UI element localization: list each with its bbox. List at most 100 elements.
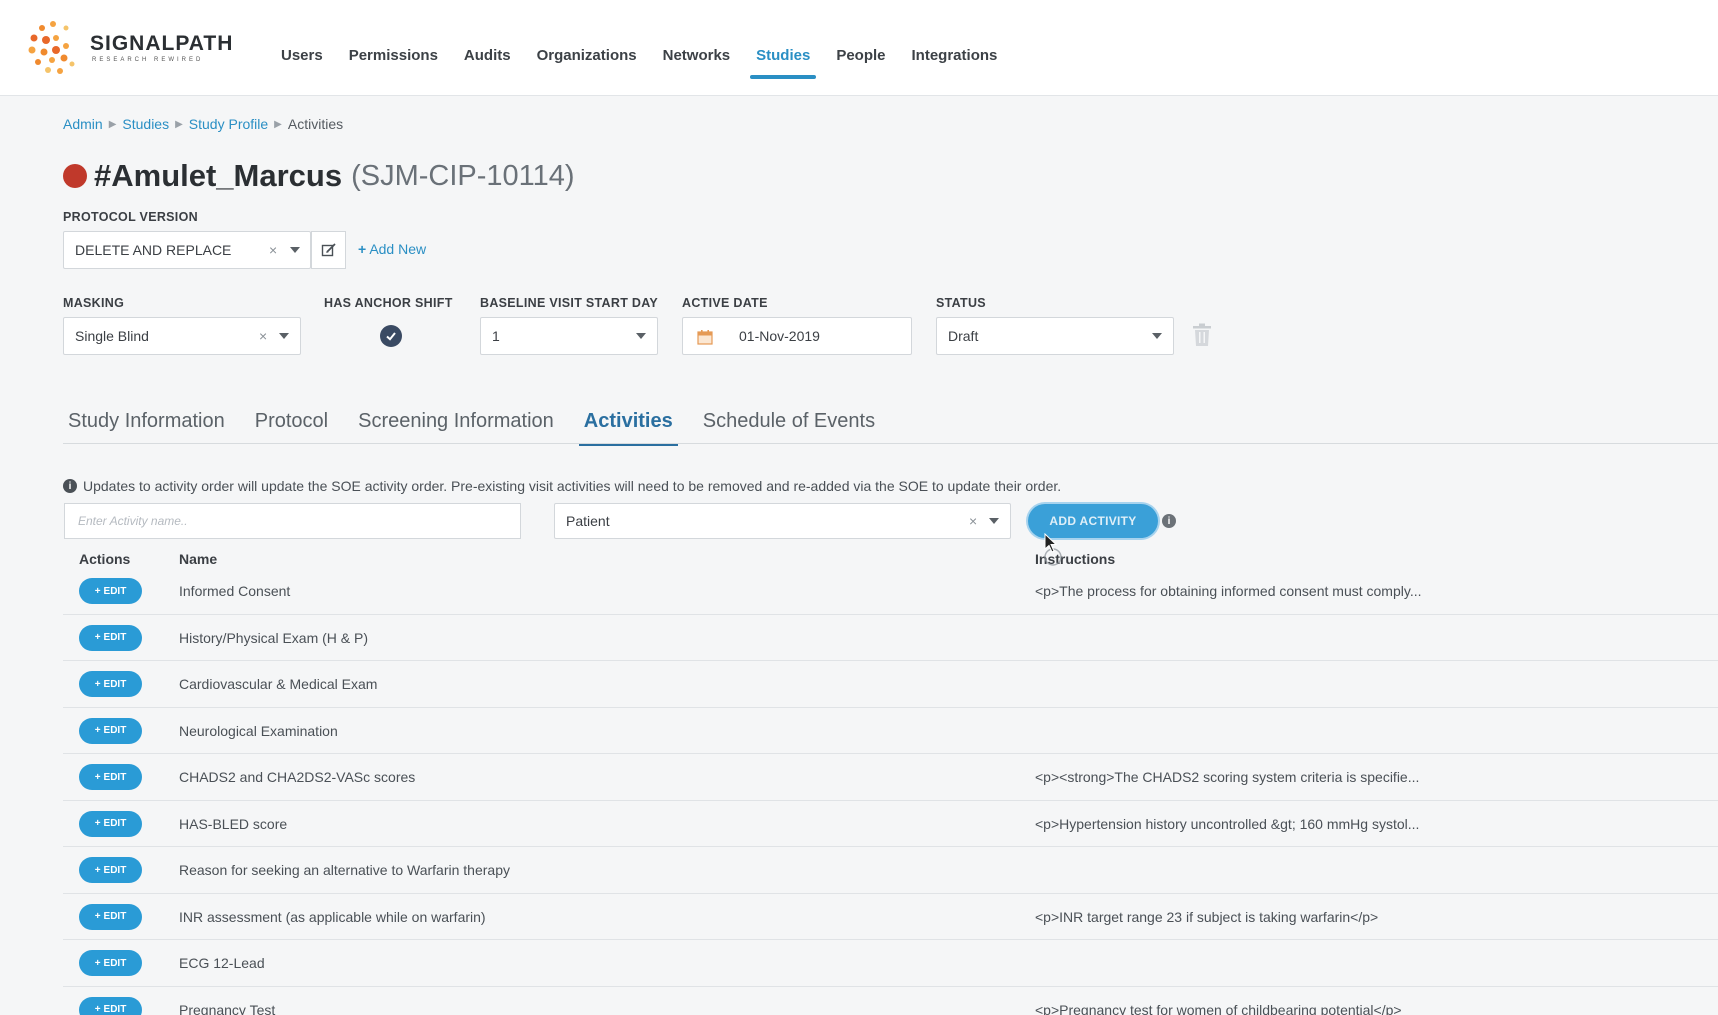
anchor-shift-label: HAS ANCHOR SHIFT xyxy=(324,296,453,310)
activity-name: CHADS2 and CHA2DS2-VASc scores xyxy=(179,769,416,785)
table-row: + EDIT Cardiovascular & Medical Exam xyxy=(63,661,1718,708)
activity-name: Neurological Examination xyxy=(179,722,338,739)
calendar-icon[interactable] xyxy=(697,329,713,345)
plus-icon: + xyxy=(358,241,367,257)
status-label: STATUS xyxy=(936,296,986,310)
activity-instructions: <p>INR target range 23 if subject is tak… xyxy=(1035,908,1379,925)
plus-icon: + xyxy=(94,818,101,829)
study-tabs: Study Information Protocol Screening Inf… xyxy=(63,403,900,446)
table-row: + EDIT Pregnancy Test <p>Pregnancy test f… xyxy=(63,987,1718,1015)
nav-users[interactable]: Users xyxy=(268,0,336,96)
activity-type-value: Patient xyxy=(566,513,610,529)
activity-name: Reason for seeking an alternative to War… xyxy=(179,862,510,878)
signalpath-logo[interactable]: SIGNALPATH RESEARCH REWIRED xyxy=(28,16,248,80)
activity-instructions: <p>Hypertension history uncontrolled &gt… xyxy=(1035,815,1420,832)
info-icon[interactable]: i xyxy=(1162,514,1176,528)
nav-integrations[interactable]: Integrations xyxy=(899,0,1011,96)
edit-button[interactable]: + EDIT xyxy=(79,624,142,651)
plus-icon: + xyxy=(94,725,101,736)
tab-protocol[interactable]: Protocol xyxy=(250,403,333,444)
edit-button[interactable]: + EDIT xyxy=(79,996,142,1015)
breadcrumb-separator-icon: ▶ xyxy=(175,118,183,130)
active-date-input[interactable]: 01-Nov-2019 xyxy=(682,317,912,355)
activity-type-select[interactable]: Patient × xyxy=(554,503,1011,539)
activity-name: INR assessment (as applicable while on w… xyxy=(179,908,486,925)
edit-label: EDIT xyxy=(103,911,127,922)
masking-select[interactable]: Single Blind × xyxy=(63,317,301,355)
main-nav: Users Permissions Audits Organizations N… xyxy=(268,0,1010,96)
edit-button[interactable]: + EDIT xyxy=(79,903,142,930)
protocol-version-label: PROTOCOL VERSION xyxy=(63,210,198,224)
logo-tagline: RESEARCH REWIRED xyxy=(92,57,204,63)
add-new-protocol-link[interactable]: + Add New xyxy=(358,241,426,257)
checkmark-icon xyxy=(386,332,396,341)
activity-name: Pregnancy Test xyxy=(179,1001,276,1015)
chevron-down-icon[interactable] xyxy=(989,518,999,524)
nav-organizations[interactable]: Organizations xyxy=(524,0,650,96)
activity-name: ECG 12-Lead xyxy=(179,955,265,971)
breadcrumb-study-profile[interactable]: Study Profile xyxy=(189,116,268,132)
study-status-dot xyxy=(63,164,87,188)
table-row: + EDIT Neurological Examination xyxy=(63,708,1718,754)
baseline-select[interactable]: 1 xyxy=(480,317,658,355)
masking-label: MASKING xyxy=(63,296,125,310)
column-header-name: Name xyxy=(179,551,218,567)
nav-people[interactable]: People xyxy=(823,0,898,96)
breadcrumb-separator-icon: ▶ xyxy=(108,118,117,130)
edit-label: EDIT xyxy=(103,678,127,690)
status-select[interactable]: Draft xyxy=(936,317,1174,355)
study-name: #Amulet_Marcus xyxy=(94,158,343,193)
activity-name: Cardiovascular & Medical Exam xyxy=(179,676,378,692)
nav-networks[interactable]: Networks xyxy=(650,0,744,96)
tab-study-information[interactable]: Study Information xyxy=(63,403,230,444)
tab-screening-information[interactable]: Screening Information xyxy=(353,403,559,444)
edit-label: EDIT xyxy=(103,864,127,876)
clear-icon[interactable]: × xyxy=(969,513,977,529)
tab-schedule-of-events[interactable]: Schedule of Events xyxy=(698,403,880,444)
breadcrumb-separator-icon: ▶ xyxy=(274,118,282,130)
edit-protocol-button[interactable] xyxy=(311,231,346,269)
activity-order-notice: i Updates to activity order will update … xyxy=(63,478,1061,494)
table-row: + EDIT CHADS2 and CHA2DS2-VASc scores <p>… xyxy=(63,754,1718,801)
chevron-down-icon[interactable] xyxy=(279,333,289,339)
breadcrumb: Admin ▶ Studies ▶ Study Profile ▶ Activi… xyxy=(63,116,343,132)
edit-button[interactable]: + EDIT xyxy=(79,764,142,790)
edit-button[interactable]: + EDIT xyxy=(79,857,142,883)
edit-button[interactable]: + EDIT xyxy=(79,578,142,604)
chevron-down-icon[interactable] xyxy=(290,247,300,253)
edit-button[interactable]: + EDIT xyxy=(79,717,142,744)
breadcrumb-studies[interactable]: Studies xyxy=(122,116,169,132)
trash-icon[interactable] xyxy=(1192,323,1212,347)
chevron-down-icon[interactable] xyxy=(1152,333,1162,339)
clear-icon[interactable]: × xyxy=(259,328,267,344)
edit-label: EDIT xyxy=(103,585,127,597)
breadcrumb-admin[interactable]: Admin xyxy=(63,116,103,132)
activity-name: Informed Consent xyxy=(179,583,291,599)
plus-icon: + xyxy=(94,864,101,876)
edit-label: EDIT xyxy=(103,818,127,829)
edit-button[interactable]: + EDIT xyxy=(79,950,142,976)
activity-name: HAS-BLED score xyxy=(179,815,288,832)
table-row: + EDIT ECG 12-Lead xyxy=(63,940,1718,987)
mouse-cursor-icon xyxy=(1044,533,1062,566)
notice-text: Updates to activity order will update th… xyxy=(83,478,1062,494)
nav-studies[interactable]: Studies xyxy=(743,0,823,96)
chevron-down-icon[interactable] xyxy=(636,333,646,339)
anchor-shift-checkbox[interactable] xyxy=(380,325,402,347)
tab-activities[interactable]: Activities xyxy=(578,403,678,446)
plus-icon: + xyxy=(94,1004,101,1015)
activity-name-input[interactable] xyxy=(64,503,521,539)
status-value: Draft xyxy=(948,328,979,344)
plus-icon: + xyxy=(94,957,101,969)
breadcrumb-current: Activities xyxy=(287,116,344,132)
table-row: + EDIT Reason for seeking an alternative … xyxy=(63,847,1718,894)
nav-permissions[interactable]: Permissions xyxy=(336,0,451,96)
edit-button[interactable]: + EDIT xyxy=(79,671,142,697)
nav-audits[interactable]: Audits xyxy=(451,0,524,96)
edit-button[interactable]: + EDIT xyxy=(79,810,142,837)
page-title: #Amulet_Marcus (SJM-CIP-10114) xyxy=(63,158,575,194)
protocol-version-select[interactable]: DELETE AND REPLACE × xyxy=(63,231,311,269)
clear-icon[interactable]: × xyxy=(269,242,277,258)
plus-icon: + xyxy=(94,678,101,690)
active-date-label: ACTIVE DATE xyxy=(682,296,768,310)
